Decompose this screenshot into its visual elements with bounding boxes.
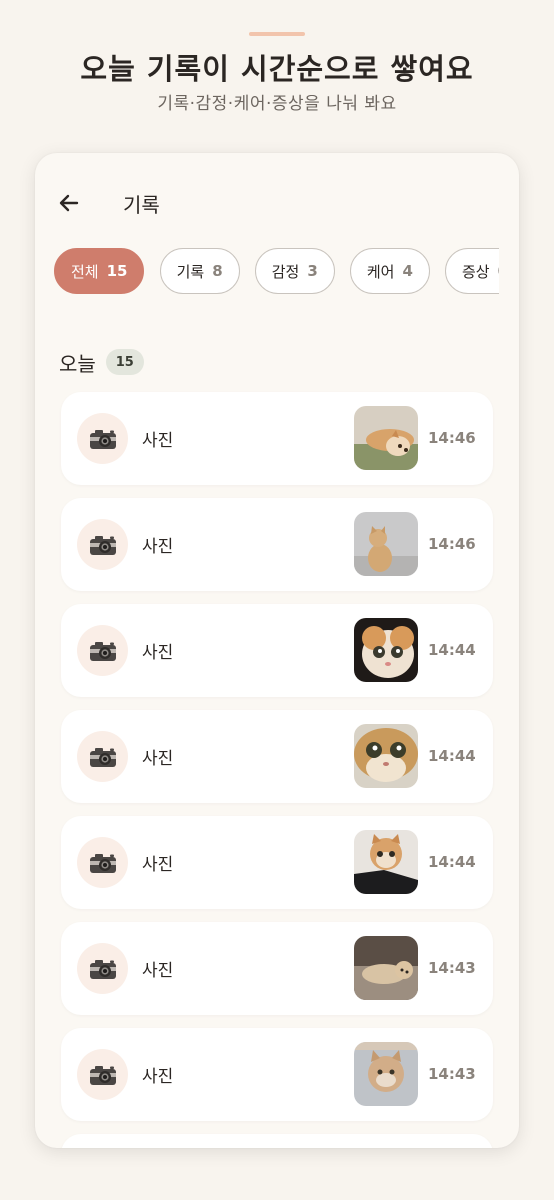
section-title: 오늘 <box>59 351 96 376</box>
entry-time: 14:44 <box>428 641 476 659</box>
list-item[interactable]: 사진 14:46 <box>61 392 493 485</box>
entry-time: 14:44 <box>428 853 476 871</box>
camera-icon <box>77 413 128 464</box>
screen-title: 기록 <box>123 193 160 217</box>
filter-chip-count: 4 <box>402 262 413 280</box>
filter-chip-label: 증상 <box>462 262 490 281</box>
list-item-partial[interactable] <box>61 1134 493 1148</box>
camera-icon <box>77 943 128 994</box>
entry-time: 14:43 <box>428 959 476 977</box>
entry-label: 사진 <box>142 537 174 557</box>
camera-icon <box>77 1049 128 1100</box>
top-bar: 기록 <box>35 183 519 223</box>
camera-icon <box>77 731 128 782</box>
entry-time: 14:46 <box>428 429 476 447</box>
photo-thumbnail[interactable] <box>354 1042 418 1106</box>
list-item[interactable]: 사진 14:43 <box>61 922 493 1015</box>
list-item[interactable]: 사진 14:44 <box>61 710 493 803</box>
photo-thumbnail[interactable] <box>354 724 418 788</box>
list-item[interactable]: 사진 14:44 <box>61 816 493 909</box>
phone-screen-card: 기록 전체 15 기록 8 감정 3 케어 4 증상 0 오늘 15 <box>35 153 519 1148</box>
entry-time: 14:43 <box>428 1065 476 1083</box>
filter-chip-label: 케어 <box>366 262 395 281</box>
page-subline: 기록·감정·케어·증상을 나눠 봐요 <box>157 94 397 114</box>
filter-chip-label: 기록 <box>176 262 205 281</box>
photo-thumbnail[interactable] <box>354 830 418 894</box>
entry-time: 14:44 <box>428 747 476 765</box>
photo-thumbnail[interactable] <box>354 936 418 1000</box>
photo-thumbnail[interactable] <box>354 512 418 576</box>
filter-chip-label: 전체 <box>71 262 99 281</box>
section-count-badge: 15 <box>105 349 144 375</box>
camera-icon <box>77 837 128 888</box>
list-item[interactable]: 사진 14:43 <box>61 1028 493 1121</box>
list-item[interactable]: 사진 14:44 <box>61 604 493 697</box>
camera-icon <box>77 519 128 570</box>
filter-chip-label: 감정 <box>271 262 300 281</box>
filter-chip-emotion[interactable]: 감정 3 <box>254 248 335 294</box>
page-headline: 오늘 기록이 시간순으로 쌓여요 <box>80 52 474 86</box>
filter-chip-symptom[interactable]: 증상 0 <box>445 248 499 294</box>
entry-label: 사진 <box>142 1067 174 1087</box>
filter-chip-count: 0 <box>498 262 499 280</box>
header-accent-bar <box>249 32 305 36</box>
section-header: 오늘 15 <box>59 347 144 377</box>
back-button[interactable] <box>55 189 83 217</box>
filter-chip-count: 3 <box>307 262 318 280</box>
entry-list: 사진 14:46 사진 14:46 사진 14:44 사진 14:44 사진 1… <box>61 392 493 1148</box>
entry-label: 사진 <box>142 961 174 981</box>
camera-icon <box>77 625 128 676</box>
list-item[interactable]: 사진 14:46 <box>61 498 493 591</box>
filter-chips: 전체 15 기록 8 감정 3 케어 4 증상 0 <box>54 248 499 296</box>
filter-chip-all[interactable]: 전체 15 <box>54 248 145 294</box>
entry-time: 14:46 <box>428 535 476 553</box>
entry-label: 사진 <box>142 643 174 663</box>
filter-chip-care[interactable]: 케어 4 <box>349 248 430 294</box>
filter-chip-count: 15 <box>106 262 128 280</box>
entry-label: 사진 <box>142 431 174 451</box>
arrow-left-icon <box>59 194 79 212</box>
entry-label: 사진 <box>142 855 174 875</box>
photo-thumbnail[interactable] <box>354 406 418 470</box>
photo-thumbnail[interactable] <box>354 618 418 682</box>
filter-chip-count: 8 <box>212 262 223 280</box>
entry-label: 사진 <box>142 749 174 769</box>
filter-chip-record[interactable]: 기록 8 <box>159 248 240 294</box>
